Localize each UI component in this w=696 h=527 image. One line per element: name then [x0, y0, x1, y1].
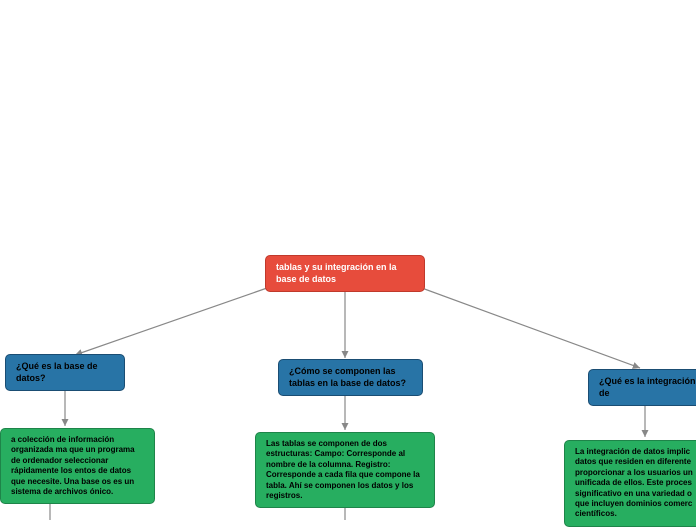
node-q3-label: ¿Qué es la integración de [599, 376, 696, 398]
root-node[interactable]: tablas y su integración en la base de da… [265, 255, 425, 292]
node-a3-label: La integración de datos implic datos que… [575, 447, 693, 518]
node-a2-label: Las tablas se componen de dos estructura… [266, 439, 420, 500]
node-q1[interactable]: ¿Qué es la base de datos? [5, 354, 125, 391]
node-a1[interactable]: a colección de información organizada ma… [0, 428, 155, 504]
node-a1-label: a colección de información organizada ma… [11, 435, 135, 496]
node-a3[interactable]: La integración de datos implic datos que… [564, 440, 696, 527]
node-q2[interactable]: ¿Cómo se componen las tablas en la base … [278, 359, 423, 396]
node-q1-label: ¿Qué es la base de datos? [16, 361, 98, 383]
node-q2-label: ¿Cómo se componen las tablas en la base … [289, 366, 406, 388]
node-a2[interactable]: Las tablas se componen de dos estructura… [255, 432, 435, 508]
root-label: tablas y su integración en la base de da… [276, 262, 397, 284]
node-q3[interactable]: ¿Qué es la integración de [588, 369, 696, 406]
